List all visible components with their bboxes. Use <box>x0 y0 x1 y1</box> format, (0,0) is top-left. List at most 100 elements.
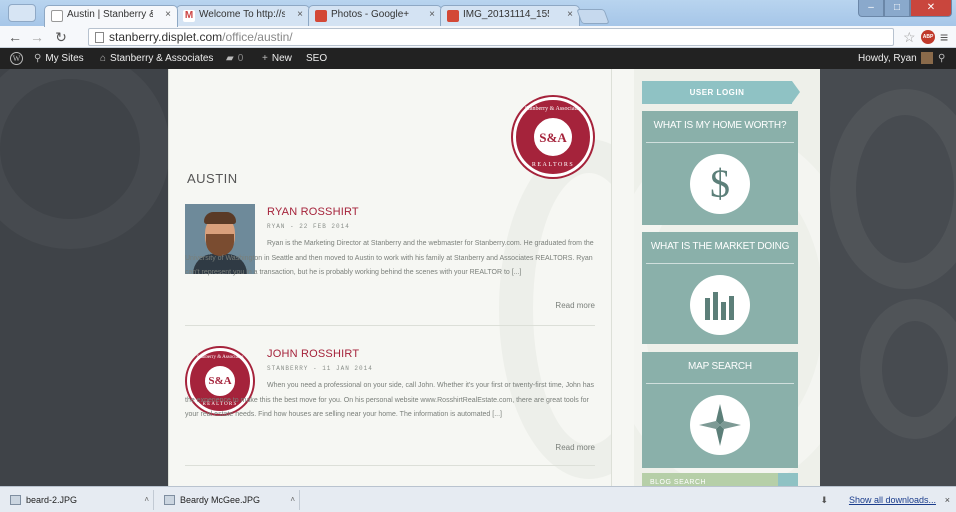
background-ornament <box>860 299 956 439</box>
home-worth-widget[interactable]: WHAT IS MY HOME WORTH? $ <box>642 111 798 225</box>
close-window-icon[interactable]: ✕ <box>910 0 952 17</box>
download-item[interactable]: beard-2.JPG ˄ <box>4 490 154 510</box>
account-link[interactable]: Howdy, Ryan <box>858 48 933 69</box>
site-name-link[interactable]: ⌂ Stanberry & Associates <box>100 48 213 69</box>
compass-icon <box>690 395 750 455</box>
download-item[interactable]: Beardy McGee.JPG ˄ <box>158 490 300 510</box>
plus-icon: + <box>262 53 268 64</box>
my-sites-label: My Sites <box>45 53 84 64</box>
back-icon[interactable]: ← <box>6 28 24 46</box>
file-icon <box>164 495 175 505</box>
page-title: AUSTIN <box>187 171 238 186</box>
site-name-label: Stanberry & Associates <box>110 53 214 64</box>
page-icon <box>51 10 63 22</box>
content-gutter <box>612 69 634 486</box>
search-button[interactable] <box>778 473 798 486</box>
close-icon[interactable]: × <box>165 9 171 20</box>
post-meta: RYAN - 22 FEB 2014 <box>267 223 350 230</box>
tab-label: Welcome To http://stanb <box>199 9 285 20</box>
new-label: New <box>271 53 292 64</box>
wp-admin-bar: W ⚲ My Sites ⌂ Stanberry & Associates ▰ 0 +… <box>0 48 956 69</box>
map-search-widget[interactable]: MAP SEARCH <box>642 352 798 468</box>
download-arrow-icon: ⬇ <box>820 495 828 505</box>
window-controls: – □ ✕ <box>858 0 952 17</box>
downloads-bar: beard-2.JPG ˄ Beardy McGee.JPG ˄ ⬇ Show … <box>0 486 956 512</box>
download-filename: Beardy McGee.JPG <box>180 495 261 505</box>
divider <box>185 325 595 326</box>
read-more-link[interactable]: Read more <box>555 443 595 452</box>
market-widget[interactable]: WHAT IS THE MARKET DOING <box>642 232 798 344</box>
widget-title: WHAT IS THE MARKET DOING <box>650 241 790 252</box>
show-all-downloads-link[interactable]: Show all downloads... <box>849 490 936 510</box>
logo-arc-top: Stanberry & Associates <box>196 355 244 360</box>
background-right <box>820 69 956 486</box>
new-content-link[interactable]: + New <box>262 48 292 69</box>
close-icon[interactable]: × <box>297 9 303 20</box>
wrench-icon: ⚲ <box>34 53 42 64</box>
post-title-link[interactable]: JOHN ROSSHIRT <box>267 348 359 360</box>
user-login-button[interactable]: USER LOGIN <box>642 81 800 104</box>
reload-icon[interactable]: ↻ <box>52 28 70 46</box>
minimize-icon[interactable]: – <box>858 0 884 17</box>
star-icon[interactable]: ☆ <box>903 28 916 46</box>
divider <box>646 383 794 384</box>
post-meta: STANBERRY - 11 JAN 2014 <box>267 365 373 372</box>
seo-link[interactable]: SEO <box>306 48 327 69</box>
avatar <box>920 52 933 65</box>
tab-label: IMG_20131114_155835.JPG <box>463 9 549 20</box>
tab-label: Austin | Stanberry & Asso <box>67 9 153 20</box>
post-title-link[interactable]: RYAN ROSSHIRT <box>267 206 359 218</box>
address-bar[interactable]: stanberry.displet.com/office/austin/ <box>88 28 894 46</box>
menu-icon[interactable]: ≡ <box>940 28 948 46</box>
close-icon[interactable]: × <box>567 9 573 20</box>
logo-monogram: S&A <box>539 130 567 145</box>
widget-title: MAP SEARCH <box>688 361 752 372</box>
main-content: Stanberry & Associates S&A REALTORS AUST… <box>168 69 612 486</box>
browser-toolbar: ← → ↻ stanberry.displet.com/office/austi… <box>0 26 956 48</box>
sidebar: USER LOGIN WHAT IS MY HOME WORTH? $ WHAT… <box>634 69 820 486</box>
image-icon <box>447 10 459 22</box>
url-host: stanberry.displet.com <box>109 30 223 44</box>
search-icon[interactable]: ⚲ <box>938 48 945 69</box>
chevron-up-icon[interactable]: ˄ <box>144 490 149 510</box>
widget-title: WHAT IS MY HOME WORTH? <box>653 120 787 131</box>
my-sites-link[interactable]: ⚲ My Sites <box>34 48 84 69</box>
divider <box>646 142 794 143</box>
close-icon[interactable]: × <box>429 9 435 20</box>
post-item: Stanberry & Associates S&A REALTORS JOHN… <box>185 346 595 461</box>
post-excerpt: When you need a professional on your sid… <box>185 382 594 419</box>
comments-link[interactable]: ▰ 0 <box>226 48 243 69</box>
maximize-icon[interactable]: □ <box>884 0 910 17</box>
forward-icon[interactable]: → <box>28 28 46 46</box>
new-tab-button[interactable] <box>576 9 610 24</box>
gmail-icon: M <box>183 10 195 22</box>
adblock-icon[interactable]: ABP <box>921 30 935 44</box>
page-icon <box>95 32 104 43</box>
google-plus-icon <box>315 10 327 22</box>
url-path: /office/austin/ <box>222 30 293 44</box>
home-icon: ⌂ <box>100 53 107 64</box>
logo-arc-top: Stanberry & Associates <box>524 106 582 112</box>
tab-welcome[interactable]: M Welcome To http://stanb × <box>176 5 310 26</box>
background-ornament <box>830 89 956 289</box>
blog-search-widget[interactable]: BLOG SEARCH <box>642 473 798 486</box>
logo-arc-bottom: REALTORS <box>531 162 575 168</box>
close-icon[interactable]: × <box>945 490 950 510</box>
page-viewport: Stanberry & Associates S&A REALTORS AUST… <box>0 69 956 486</box>
tab-photos[interactable]: Photos - Google+ × <box>308 5 442 26</box>
brand-logo[interactable]: Stanberry & Associates S&A REALTORS <box>513 97 593 177</box>
comments-count: 0 <box>237 53 244 64</box>
chevron-up-icon[interactable]: ˄ <box>290 490 295 510</box>
widget-title: BLOG SEARCH <box>650 479 707 486</box>
post-excerpt: Ryan is the Marketing Director at Stanbe… <box>185 240 594 277</box>
chrome-menu-icon[interactable] <box>8 4 36 22</box>
read-more-link[interactable]: Read more <box>555 301 595 310</box>
tab-image[interactable]: IMG_20131114_155835.JPG × <box>440 5 580 26</box>
divider <box>646 263 794 264</box>
background-ornament <box>0 69 170 249</box>
howdy-label: Howdy, Ryan <box>858 53 917 64</box>
wordpress-icon[interactable]: W <box>10 48 23 69</box>
tab-austin[interactable]: Austin | Stanberry & Asso × <box>44 5 178 27</box>
post-item: RYAN ROSSHIRT RYAN - 22 FEB 2014 Ryan is… <box>185 204 595 319</box>
tab-strip: Austin | Stanberry & Asso × M Welcome To… <box>0 0 956 27</box>
